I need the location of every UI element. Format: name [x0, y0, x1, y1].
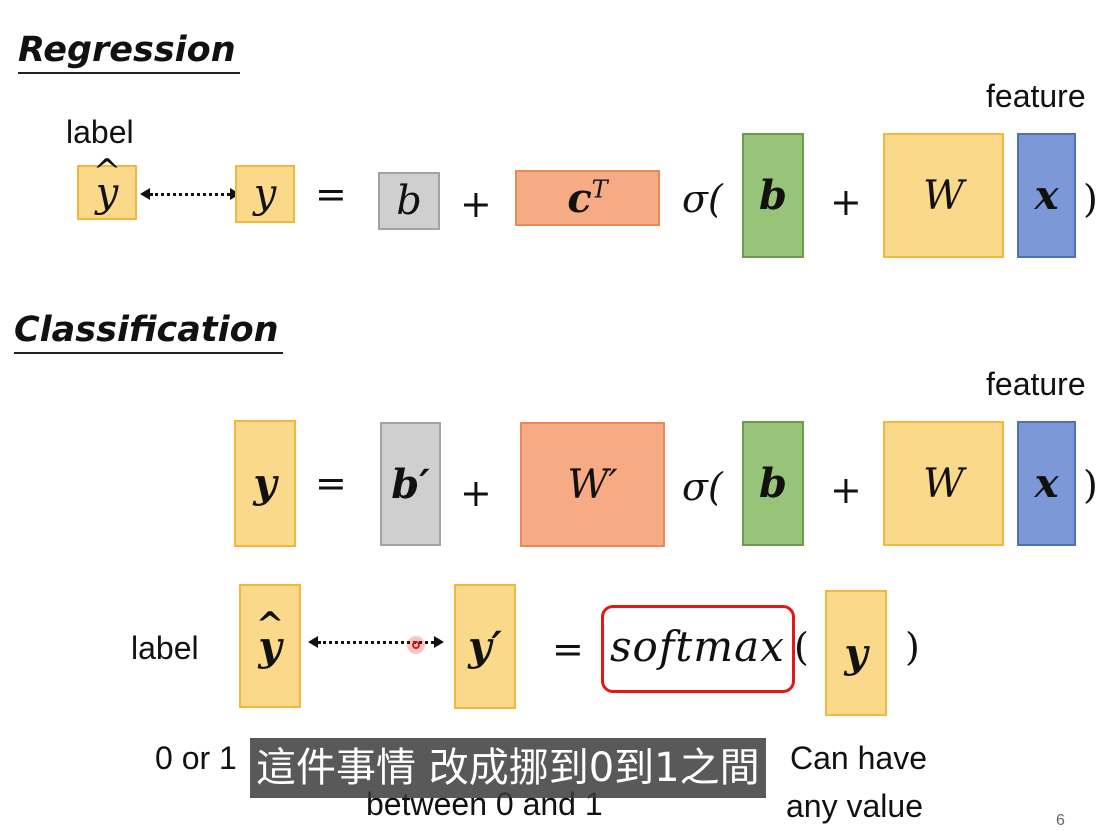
classification-y-box: y [234, 420, 296, 547]
regression-cT-box: cT [515, 170, 660, 226]
classification-b-bold-box: b [742, 421, 804, 546]
classification-W-prime-box: W′ [520, 422, 665, 547]
regression-sigma: σ( [682, 177, 723, 221]
classification-x-box: x [1017, 421, 1076, 546]
regression-b-box: b [378, 172, 440, 230]
note-can-have: Can have [790, 740, 927, 776]
regression-label-arrow [140, 188, 240, 200]
regression-equals: = [315, 172, 347, 216]
classification-label-text: label [131, 630, 199, 666]
classification-b-prime-box: b′ [380, 422, 441, 546]
regression-x-symbol: x [1034, 172, 1059, 219]
regression-W-symbol: W [922, 172, 965, 219]
classification-yhat-box: y [239, 584, 301, 708]
cursor-pointer-dot [407, 636, 425, 654]
classification-y-symbol: y [253, 460, 277, 507]
classification-yhat-symbol: y [258, 623, 281, 670]
classification-plus-2: + [830, 468, 862, 512]
regression-b-bold-symbol: b [759, 172, 787, 219]
classification-b-bold-symbol: b [759, 460, 787, 507]
regression-cT-base: c [567, 174, 592, 222]
classification-close-paren: ) [1083, 463, 1098, 507]
classification-sigma: σ( [682, 465, 723, 509]
regression-close-paren: ) [1083, 177, 1098, 221]
regression-b-bold-box: b [742, 133, 804, 258]
classification-equals: = [315, 461, 347, 505]
video-subtitle: 這件事情 改成挪到0到1之間 [250, 738, 766, 798]
classification-y-prime-symbol: y′ [468, 623, 502, 670]
softmax-close-paren: ) [905, 625, 920, 669]
classification-x-symbol: x [1034, 460, 1059, 507]
regression-W-box: W [883, 133, 1004, 258]
classification-b-prime-symbol: b′ [391, 460, 430, 508]
note-zero-or-one: 0 or 1 [155, 740, 237, 776]
regression-plus-2: + [830, 180, 862, 224]
regression-b-symbol: b [396, 178, 422, 224]
regression-heading: Regression [18, 28, 240, 74]
regression-cT-symbol: cT [567, 175, 607, 222]
softmax-y-symbol: y [844, 629, 868, 677]
regression-x-box: x [1017, 133, 1076, 258]
regression-plus-1: + [460, 182, 492, 226]
regression-y-box: y [235, 165, 295, 223]
regression-y-symbol: y [253, 171, 277, 217]
softmax-y-box: y [825, 590, 887, 716]
classification-W-box: W [883, 421, 1004, 546]
classification-W-prime-symbol: W′ [567, 461, 618, 508]
classification-plus-1: + [460, 471, 492, 515]
regression-label-text: label [66, 114, 134, 150]
cursor-pointer-core [412, 641, 420, 649]
softmax-open-paren: ( [794, 625, 809, 669]
note-any-value: any value [786, 788, 923, 824]
page-number: 6 [1056, 812, 1065, 829]
classification-equals-2: = [552, 627, 584, 671]
softmax-text: softmax [610, 622, 785, 671]
classification-y-prime-box: y′ [454, 584, 516, 709]
regression-yhat-box: y [77, 165, 137, 220]
regression-yhat-symbol: y [96, 170, 119, 216]
regression-feature-text: feature [986, 78, 1086, 114]
regression-cT-sup: T [591, 175, 608, 204]
classification-feature-text: feature [986, 366, 1086, 402]
classification-heading: Classification [14, 308, 283, 354]
classification-W-symbol: W [922, 460, 965, 507]
